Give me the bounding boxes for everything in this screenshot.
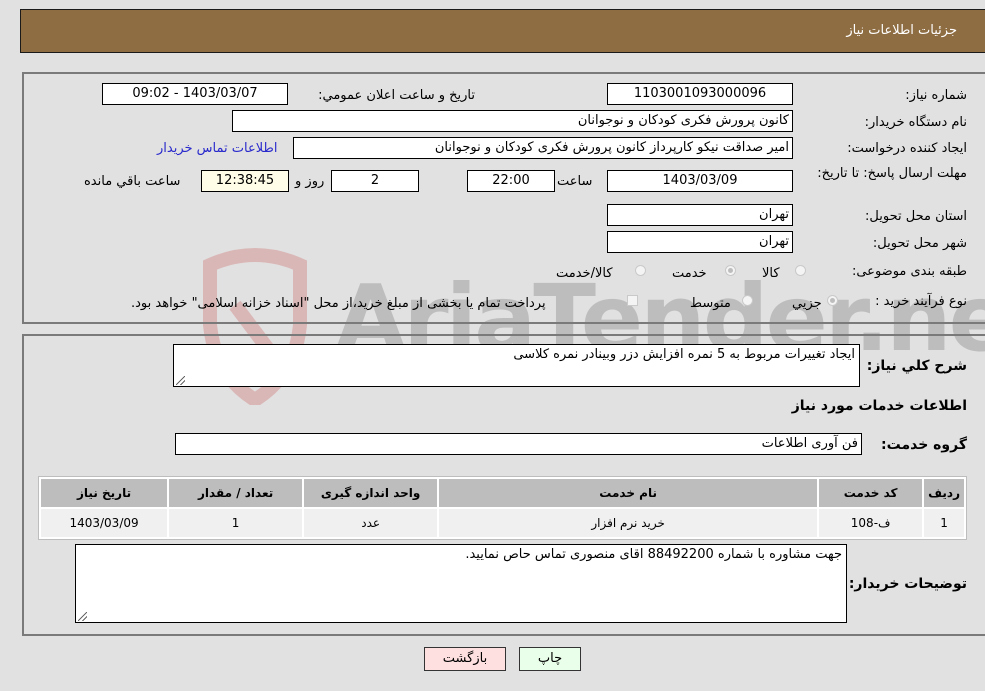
announce-field[interactable]: 1403/03/07 - 09:02 bbox=[102, 83, 288, 105]
category-radio-goods[interactable] bbox=[795, 265, 806, 276]
process-label: نوع فرآيند خريد : bbox=[875, 294, 967, 309]
services-table: رديف کد خدمت نام خدمت واحد اندازه گيری ت… bbox=[38, 476, 967, 540]
category-option-goods-service: کالا/خدمت bbox=[556, 266, 613, 281]
announce-label: تاريخ و ساعت اعلان عمومي: bbox=[318, 88, 475, 103]
cell-row: 1 bbox=[924, 509, 964, 537]
deadline-time-label: ساعت bbox=[557, 174, 593, 189]
col-row: رديف bbox=[924, 479, 964, 507]
category-option-goods: کالا bbox=[762, 266, 780, 281]
creator-label: ايجاد کننده درخواست: bbox=[847, 141, 967, 156]
province-label: استان محل تحويل: bbox=[865, 209, 967, 224]
buyer-org-field[interactable]: کانون پرورش فکری کودکان و نوجوانان bbox=[232, 110, 793, 132]
treasury-note: پرداخت تمام يا بخشی از مبلغ خريد،از محل … bbox=[131, 296, 546, 311]
col-name: نام خدمت bbox=[439, 479, 818, 507]
buyer-contact-link[interactable]: اطلاعات تماس خريدار bbox=[157, 141, 277, 156]
category-radio-goods-service[interactable] bbox=[635, 265, 646, 276]
process-radio-medium[interactable] bbox=[742, 295, 753, 306]
deadline-date-field[interactable]: 1403/03/09 bbox=[607, 170, 793, 192]
need-number-label: شماره نیاز: bbox=[905, 88, 967, 103]
remaining-time-field[interactable]: 12:38:45 bbox=[201, 170, 289, 192]
category-radio-service[interactable] bbox=[725, 265, 736, 276]
resize-grip-icon[interactable] bbox=[78, 612, 87, 621]
process-option-medium: متوسط bbox=[690, 296, 731, 311]
services-section-title: اطلاعات خدمات مورد نياز bbox=[791, 398, 967, 414]
treasury-checkbox[interactable] bbox=[627, 295, 638, 306]
services-table-wrap: رديف کد خدمت نام خدمت واحد اندازه گيری ت… bbox=[38, 476, 967, 540]
buyer-notes-textarea[interactable]: جهت مشاوره با شماره 88492200 اقای منصوری… bbox=[75, 544, 847, 623]
cell-code: ف-108 bbox=[819, 509, 923, 537]
city-field[interactable]: تهران bbox=[607, 231, 793, 253]
province-field[interactable]: تهران bbox=[607, 204, 793, 226]
description-text: ایجاد تغییرات مربوط به 5 نمره افزایش دزر… bbox=[513, 347, 855, 362]
deadline-label: مهلت ارسال پاسخ: تا تاريخ: bbox=[817, 166, 967, 181]
days-remaining-field[interactable]: 2 bbox=[331, 170, 419, 192]
buyer-org-label: نام دستگاه خريدار: bbox=[864, 115, 967, 130]
resize-grip-icon[interactable] bbox=[176, 376, 185, 385]
cell-name: خرید نرم افزار bbox=[439, 509, 818, 537]
process-radio-minor[interactable] bbox=[827, 295, 838, 306]
days-label: روز و bbox=[295, 174, 325, 189]
category-label: طبقه بندی موضوعی: bbox=[851, 264, 967, 279]
city-label: شهر محل تحويل: bbox=[872, 236, 967, 251]
buyer-notes-text: جهت مشاوره با شماره 88492200 اقای منصوری… bbox=[465, 547, 842, 562]
page-header: جزئیات اطلاعات نیاز bbox=[20, 9, 985, 53]
cell-date: 1403/03/09 bbox=[41, 509, 168, 537]
process-option-minor: جزيي bbox=[792, 296, 822, 311]
deadline-time-field[interactable]: 22:00 bbox=[467, 170, 555, 192]
cell-unit: عدد bbox=[304, 509, 438, 537]
description-textarea[interactable]: ایجاد تغییرات مربوط به 5 نمره افزایش دزر… bbox=[173, 344, 860, 387]
need-number-field[interactable]: 1103001093000096 bbox=[607, 83, 793, 105]
back-button[interactable]: بازگشت bbox=[424, 647, 506, 671]
table-header-row: رديف کد خدمت نام خدمت واحد اندازه گيری ت… bbox=[41, 479, 964, 507]
page-title: جزئیات اطلاعات نیاز bbox=[846, 23, 957, 38]
category-option-service: خدمت bbox=[672, 266, 707, 281]
service-group-label: گروه خدمت: bbox=[881, 437, 967, 453]
table-row: 1 ف-108 خرید نرم افزار عدد 1 1403/03/09 bbox=[41, 509, 964, 537]
service-group-field[interactable]: فن آوری اطلاعات bbox=[175, 433, 862, 455]
col-unit: واحد اندازه گيری bbox=[304, 479, 438, 507]
buyer-notes-label: توضيحات خريدار: bbox=[848, 576, 967, 592]
remaining-time-label: ساعت باقي مانده bbox=[84, 174, 181, 189]
creator-field[interactable]: امیر صداقت نیکو کارپرداز کانون پرورش فکر… bbox=[293, 137, 793, 159]
col-code: کد خدمت bbox=[819, 479, 923, 507]
cell-qty: 1 bbox=[169, 509, 303, 537]
description-label: شرح کلي نياز: bbox=[866, 358, 967, 374]
col-qty: تعداد / مقدار bbox=[169, 479, 303, 507]
col-date: تاريخ نياز bbox=[41, 479, 168, 507]
print-button[interactable]: چاپ bbox=[519, 647, 581, 671]
